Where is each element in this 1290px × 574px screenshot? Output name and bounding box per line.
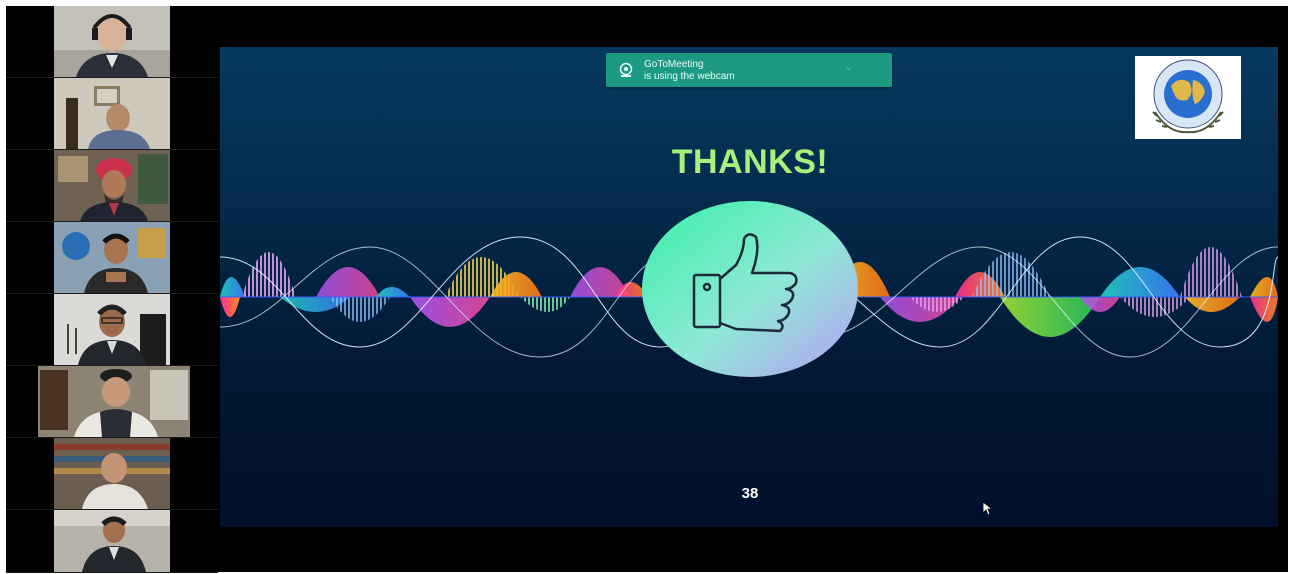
participant-avatar (54, 222, 170, 293)
participant-tile[interactable] (6, 510, 218, 573)
participant-avatar (54, 294, 170, 365)
participant-video (54, 438, 170, 509)
thumbs-up-badge (642, 201, 858, 377)
participant-avatar (54, 6, 170, 77)
mouse-cursor-icon (983, 502, 993, 516)
participant-tile[interactable] (6, 6, 218, 78)
participant-tile[interactable] (6, 438, 218, 510)
globe-emblem-logo (1152, 59, 1224, 134)
presentation-slide: GoToMeeting is using the webcam ⌄ THANKS… (220, 47, 1278, 527)
webcam-icon (619, 62, 633, 77)
participant-tile[interactable] (6, 78, 218, 150)
slide-title: THANKS! (671, 143, 829, 181)
participant-tile[interactable] (6, 366, 218, 438)
participant-video (54, 78, 170, 149)
organization-logo (1135, 56, 1241, 139)
participant-video (54, 510, 170, 572)
notification-title: GoToMeeting (644, 59, 704, 70)
participant-video (54, 222, 170, 293)
participant-video (54, 294, 170, 365)
participant-avatar (54, 510, 170, 572)
participant-video (54, 150, 170, 221)
participant-video (38, 366, 190, 437)
slide-page-number: 38 (741, 485, 759, 502)
webcam-notification[interactable]: GoToMeeting is using the webcam ⌄ (606, 53, 892, 87)
participant-avatar (54, 150, 170, 221)
participant-tile[interactable] (6, 294, 218, 366)
participant-video (54, 6, 170, 77)
participant-tile[interactable] (6, 222, 218, 294)
participant-avatar (54, 438, 170, 509)
notification-subtitle: is using the webcam (644, 71, 735, 82)
chevron-down-icon[interactable]: ⌄ (844, 61, 853, 73)
participant-avatar (38, 366, 190, 437)
participant-tile[interactable] (6, 150, 218, 222)
participant-avatar (54, 78, 170, 149)
participant-strip (6, 6, 218, 573)
